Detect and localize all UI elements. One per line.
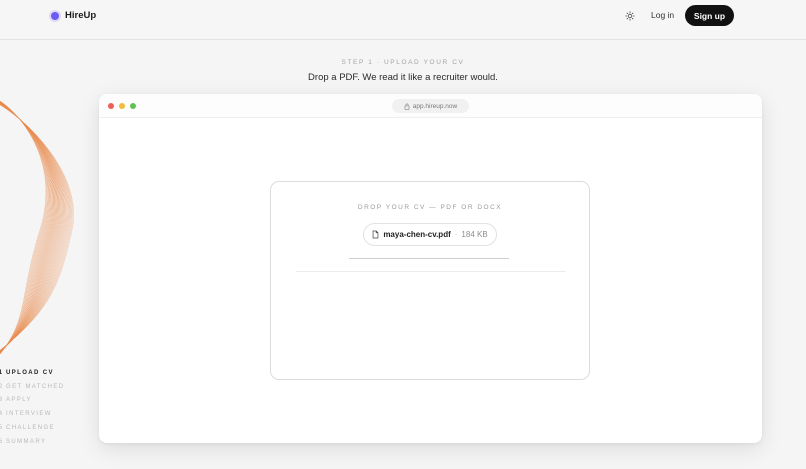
step-label: APPLY bbox=[6, 397, 32, 404]
step-label: UPLOAD CV bbox=[6, 370, 54, 376]
theme-toggle-button[interactable] bbox=[622, 8, 637, 23]
signup-button[interactable]: Sign up bbox=[685, 5, 734, 26]
browser-titlebar: app.hireup.now bbox=[99, 94, 762, 118]
file-name: maya-chen-cv.pdf bbox=[383, 230, 451, 239]
upload-progress bbox=[349, 258, 509, 259]
step-label: CHALLENGE bbox=[6, 424, 55, 431]
close-dot[interactable] bbox=[108, 103, 114, 109]
step-item-6[interactable]: 06SUMMARY bbox=[0, 439, 46, 445]
decorative-swirl bbox=[0, 100, 74, 355]
step-label: GET MATCHED bbox=[6, 383, 65, 390]
minimize-dot[interactable] bbox=[119, 103, 125, 109]
logo-text: HireUp bbox=[65, 10, 97, 21]
login-link[interactable]: Log in bbox=[651, 10, 674, 20]
dropzone-divider bbox=[296, 271, 566, 272]
uploaded-file-chip[interactable]: maya-chen-cv.pdf · 184 KB bbox=[363, 223, 497, 246]
document-icon bbox=[373, 230, 379, 239]
step-label: INTERVIEW bbox=[6, 411, 52, 418]
step-eyebrow: STEP 1 · UPLOAD YOUR CV bbox=[341, 59, 465, 66]
url-bar[interactable]: app.hireup.now bbox=[392, 99, 469, 113]
logo-mark bbox=[51, 11, 59, 20]
url-text: app.hireup.now bbox=[412, 102, 458, 110]
step-item-4[interactable]: 04INTERVIEW bbox=[0, 411, 52, 417]
step-subtitle: Drop a PDF. We read it like a recruiter … bbox=[308, 72, 498, 83]
step-item-2[interactable]: 02GET MATCHED bbox=[0, 384, 65, 390]
step-item-5[interactable]: 05CHALLENGE bbox=[0, 425, 55, 431]
sun-icon bbox=[624, 10, 635, 21]
upload-progress-fill bbox=[349, 258, 509, 259]
logo[interactable]: HireUp bbox=[51, 10, 96, 21]
step-label: SUMMARY bbox=[6, 438, 47, 445]
top-nav: HireUp Log in Sign up bbox=[0, 0, 806, 40]
lock-icon bbox=[404, 103, 410, 110]
file-separator: · bbox=[454, 230, 458, 239]
file-size: 184 KB bbox=[461, 230, 488, 239]
browser-window: app.hireup.now DROP YOUR CV — PDF OR DOC… bbox=[99, 94, 762, 443]
step-item-3[interactable]: 03APPLY bbox=[0, 397, 32, 403]
step-item-1[interactable]: 01UPLOAD CV bbox=[0, 370, 54, 376]
cv-dropzone[interactable]: DROP YOUR CV — PDF OR DOCX maya-chen-cv.… bbox=[270, 181, 590, 380]
maximize-dot[interactable] bbox=[130, 103, 136, 109]
dropzone-label: DROP YOUR CV — PDF OR DOCX bbox=[357, 204, 503, 211]
